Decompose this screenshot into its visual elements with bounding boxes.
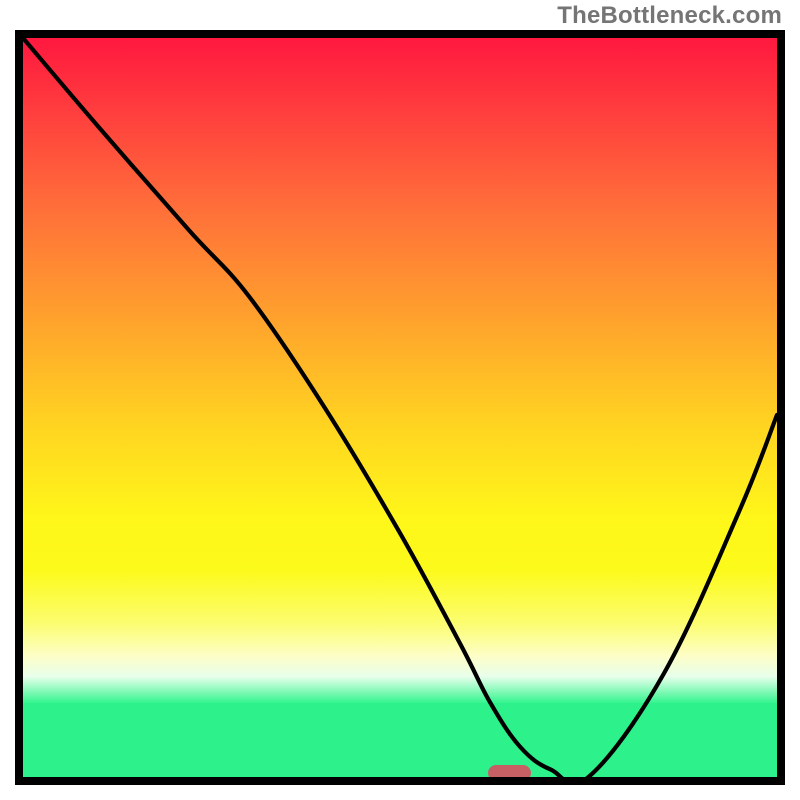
chart-stage: TheBottleneck.com [0, 0, 800, 800]
optimal-marker [488, 765, 531, 781]
chart-frame [15, 30, 785, 785]
watermark-text: TheBottleneck.com [557, 2, 782, 30]
curve-svg [23, 38, 777, 777]
bottleneck-curve [23, 38, 777, 784]
